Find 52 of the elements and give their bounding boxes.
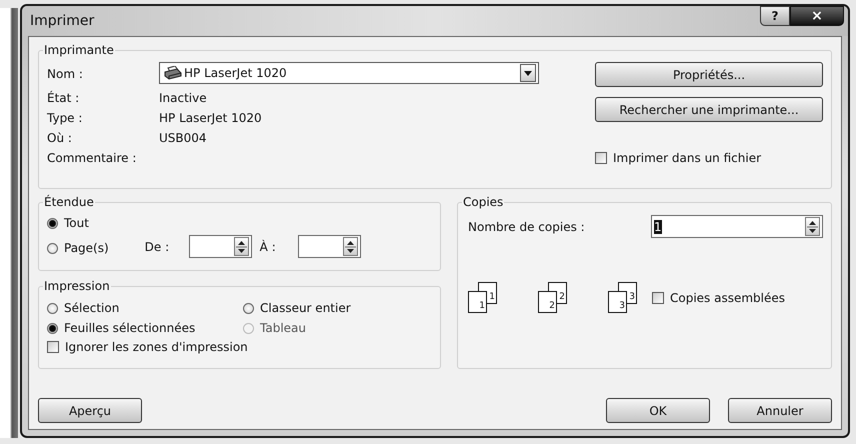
spin-arrows-icon[interactable] [342,237,358,256]
field-label: Nombre de copies : [468,220,585,234]
dialog-button[interactable]: Propriétés... [595,62,823,87]
group-title: Copies [462,195,504,209]
spin-arrows-icon[interactable] [805,217,820,236]
printer-icon [164,66,182,80]
help-button[interactable]: ? [760,6,790,26]
radio-label[interactable]: Classeur entier [260,299,351,317]
checkbox-label[interactable]: Ignorer les zones d'impression [65,338,248,356]
dialog-button[interactable]: Rechercher une imprimante... [595,97,823,122]
field-value: USB004 [159,130,208,147]
field-label: Nom : [47,66,84,83]
checkbox-label[interactable]: Copies assemblées [670,289,786,307]
spin-arrows-icon[interactable] [234,237,249,256]
dropdown-value: HP LaserJet 1020 [184,66,288,80]
radio-button[interactable] [47,218,58,228]
page-sheet: 3 [608,291,627,313]
copies-field[interactable]: 1 [651,215,823,238]
field-label: État : [47,90,80,107]
close-button[interactable]: × [790,6,844,26]
radio-button[interactable] [243,302,254,314]
page-to-field[interactable] [298,235,361,258]
radio-button[interactable] [47,242,58,254]
ok-button[interactable]: OK [606,398,710,423]
page-sheet: 2 [538,291,557,313]
radio-label[interactable]: Feuilles sélectionnées [64,319,196,337]
field-label: Où : [47,130,73,147]
field-label: Commentaire : [47,150,138,167]
checkbox-label[interactable]: Imprimer dans un fichier [613,149,762,167]
group-title: Imprimante [43,43,115,57]
group-title: Impression [43,279,111,293]
page-sheet: 1 [468,291,487,313]
field-label: De : [144,240,170,254]
checkbox[interactable] [595,152,607,164]
field-value: HP LaserJet 1020 [159,110,263,127]
printer-dropdown[interactable]: HP LaserJet 1020 [159,62,539,84]
radio-button[interactable] [47,322,58,334]
field-value: Inactive [159,90,208,107]
window-title: Imprimer [30,13,94,29]
page-from-field[interactable] [188,235,252,258]
field-label: À : [260,240,277,254]
checkbox[interactable] [652,292,664,304]
preview-button[interactable]: Aperçu [38,398,142,423]
field-value: 1 [654,220,662,234]
radio-button[interactable] [47,302,58,314]
radio-label[interactable]: Page(s) [64,239,109,257]
field-label: Type : [47,110,84,127]
cancel-button[interactable]: Annuler [728,398,832,423]
checkbox[interactable] [47,341,59,353]
radio-label[interactable]: Sélection [64,299,120,317]
radio-label[interactable]: Tout [64,214,89,232]
group-title: Étendue [43,195,95,209]
